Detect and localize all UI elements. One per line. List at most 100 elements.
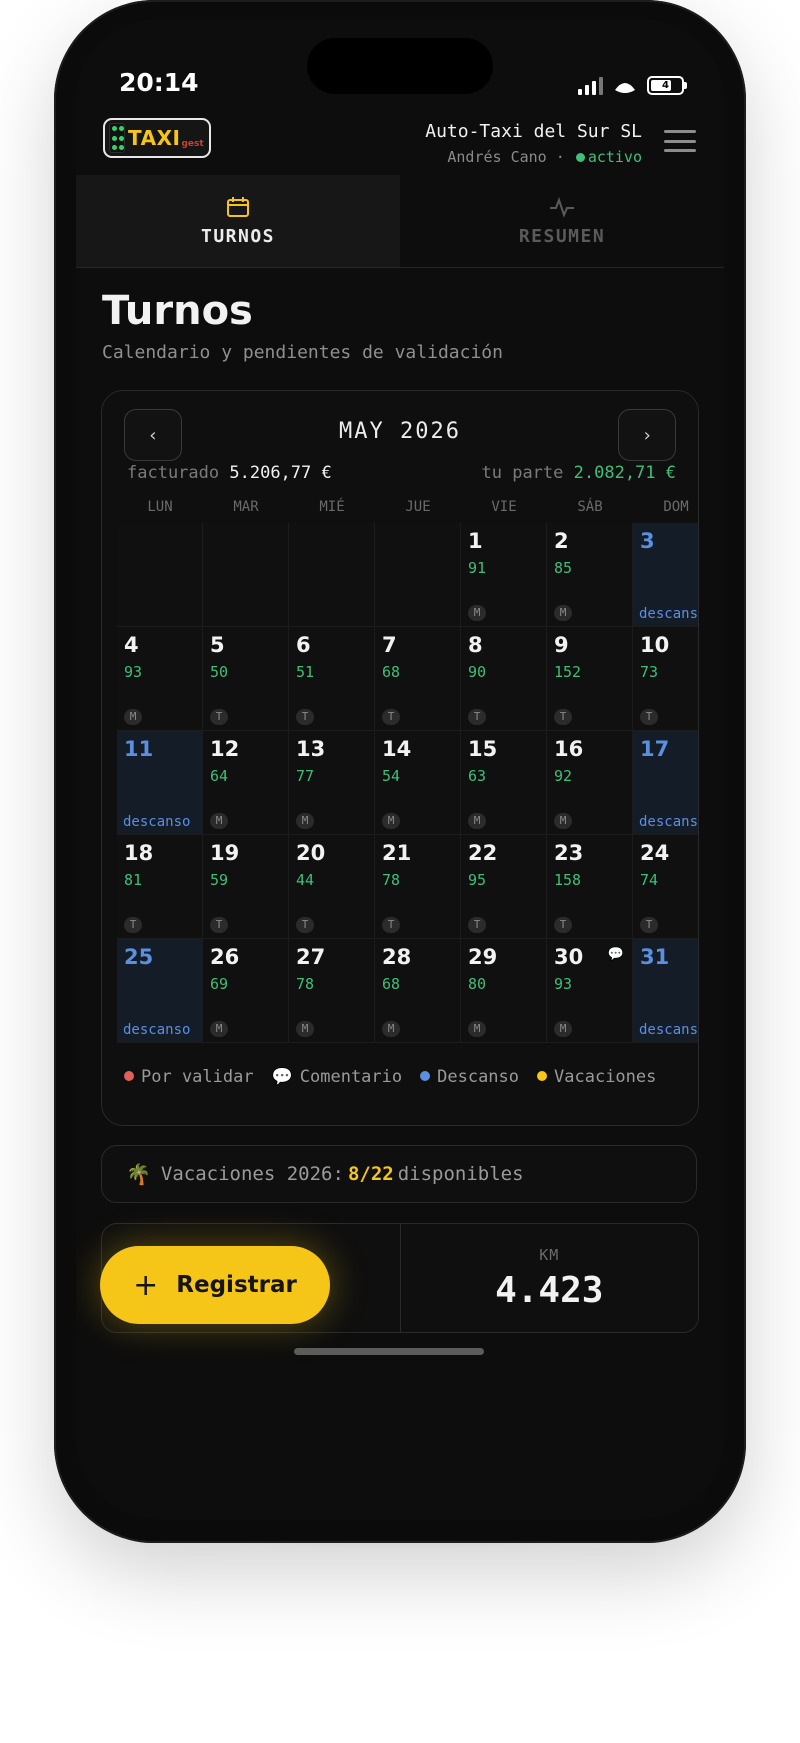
day-amount: 78 [296, 975, 315, 993]
calendar-day[interactable]: 10 73 T [633, 627, 698, 731]
shift-badge: T [640, 917, 658, 933]
register-label: Registrar [176, 1272, 297, 1298]
signal-icon [578, 76, 603, 95]
calendar-day[interactable]: 18 81 T [117, 835, 203, 939]
day-number: 6 [296, 633, 311, 657]
day-number: 7 [382, 633, 397, 657]
calendar-day[interactable]: 28 68 M [375, 939, 461, 1043]
day-number: 17 [640, 737, 670, 761]
shift-badge: T [468, 917, 486, 933]
weekday-label: DOM [663, 499, 689, 515]
calendar-day[interactable]: 11 descanso [117, 731, 203, 835]
calendar-day[interactable]: 16 92 M [547, 731, 633, 835]
comment-icon: 💬 [271, 1067, 293, 1087]
calendar-day[interactable]: 14 54 M [375, 731, 461, 835]
register-button[interactable]: + Registrar [100, 1246, 330, 1324]
shift-badge: T [382, 709, 400, 725]
day-amount: 77 [296, 767, 315, 785]
calendar-day[interactable]: 29 80 M [461, 939, 547, 1043]
screen: 20:14 4 TAXI gest Auto-Taxi del Sur SL A… [76, 20, 724, 1519]
calendar-empty-cell [375, 523, 461, 627]
day-number: 13 [296, 737, 326, 761]
rest-label: descanso [639, 814, 699, 830]
calendar-day[interactable]: 7 68 T [375, 627, 461, 731]
shift-badge: M [554, 1021, 572, 1037]
app-header: TAXI gest Auto-Taxi del Sur SL Andrés Ca… [76, 110, 724, 174]
day-number: 31 [640, 945, 670, 969]
shift-badge: M [210, 1021, 228, 1037]
tab-resumen[interactable]: RESUMEN [400, 175, 724, 267]
shift-badge: M [382, 1021, 400, 1037]
calendar-day[interactable]: 17 descanso [633, 731, 699, 835]
legend-dot-icon [537, 1071, 548, 1081]
calendar-day[interactable]: 30 93 M 💬 [547, 939, 633, 1043]
vacations-card[interactable]: 🌴 Vacaciones 2026: 8/22 disponibles [101, 1145, 697, 1203]
phone-frame: 20:14 4 TAXI gest Auto-Taxi del Sur SL A… [54, 0, 746, 1543]
legend-item: 💬 Comentario [272, 1063, 403, 1091]
calendar-day[interactable]: 26 69 M [203, 939, 289, 1043]
calendar-day[interactable]: 2 85 M [547, 523, 633, 627]
plus-icon: + [133, 1267, 159, 1303]
wifi-icon [615, 82, 635, 93]
calendar-day[interactable]: 20 44 T [289, 835, 375, 939]
day-number: 22 [468, 841, 498, 865]
calendar-day[interactable]: 3 descanso [633, 523, 698, 627]
calendar-day[interactable]: 12 64 M [203, 731, 289, 835]
day-number: 1 [468, 529, 483, 553]
day-amount: 93 [554, 975, 573, 993]
calendar-day[interactable]: 4 93 M [117, 627, 203, 731]
day-amount: 158 [554, 871, 582, 889]
calendar-day[interactable]: 8 90 T [461, 627, 547, 731]
day-amount: 68 [382, 663, 401, 681]
calendar-day[interactable]: 5 50 T [203, 627, 289, 731]
company-name: Auto-Taxi del Sur SL [425, 121, 642, 142]
vacations-prefix: Vacaciones 2026: [160, 1163, 344, 1185]
calendar-day[interactable]: 23 158 T [547, 835, 633, 939]
rest-label: descanso [639, 1022, 699, 1038]
day-amount: 90 [468, 663, 487, 681]
calendar-day[interactable]: 27 78 M [289, 939, 375, 1043]
legend-dot-icon [124, 1071, 134, 1081]
stat-value: 4.423 [495, 1270, 604, 1311]
calendar-day[interactable]: 24 74 T [633, 835, 698, 939]
calendar-day[interactable]: 1 91 M [461, 523, 547, 627]
day-amount: 73 [640, 663, 659, 681]
vacations-value: 8/22 [347, 1163, 394, 1185]
share-value: 2.082,71 € [573, 463, 676, 483]
calendar-day[interactable]: 25 descanso [117, 939, 203, 1043]
weekday-label: LUN [147, 499, 173, 515]
calendar-day[interactable]: 15 63 M [461, 731, 547, 835]
page-title: Turnos [102, 288, 253, 334]
tab-turnos[interactable]: TURNOS [76, 175, 400, 267]
shift-badge: T [296, 709, 314, 725]
day-number: 2 [554, 529, 569, 553]
day-amount: 63 [468, 767, 487, 785]
day-number: 12 [210, 737, 240, 761]
calendar-day[interactable]: 22 95 T [461, 835, 547, 939]
calendar-day[interactable]: 13 77 M [289, 731, 375, 835]
calendar-day[interactable]: 6 51 T [289, 627, 375, 731]
palm-icon: 🌴 [126, 1162, 151, 1186]
weekday-label: MAR [233, 499, 259, 515]
calendar-day[interactable]: 19 59 T [203, 835, 289, 939]
month-label: MAY 2026 [339, 419, 461, 444]
shift-badge: T [554, 917, 572, 933]
shift-badge: M [210, 813, 228, 829]
next-month-button[interactable]: › [618, 409, 676, 461]
day-number: 24 [640, 841, 670, 865]
shift-badge: M [468, 1021, 486, 1037]
shift-badge: T [124, 917, 142, 933]
day-number: 19 [210, 841, 240, 865]
status-dot-icon [575, 152, 585, 162]
calendar-card: ‹ MAY 2026 › facturado 5.206,77 € tu par… [101, 390, 699, 1126]
menu-icon[interactable] [664, 130, 696, 152]
driver-status: activo [587, 148, 642, 166]
share-total: tu parte 2.082,71 € [481, 463, 677, 483]
calendar-day[interactable]: 21 78 T [375, 835, 461, 939]
day-amount: 44 [296, 871, 315, 889]
calendar-empty-cell [289, 523, 375, 627]
calendar-day[interactable]: 31 descanso [633, 939, 699, 1043]
taxi-logo: TAXI gest [103, 118, 211, 158]
calendar-day[interactable]: 9 152 T [547, 627, 633, 731]
home-indicator[interactable] [294, 1348, 484, 1355]
